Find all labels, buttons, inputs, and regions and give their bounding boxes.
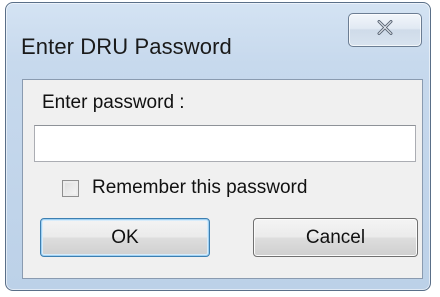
- password-prompt-label: Enter password :: [42, 92, 185, 113]
- remember-password-label: Remember this password: [92, 177, 308, 198]
- cancel-button[interactable]: Cancel: [253, 218, 418, 257]
- dialog-body: Enter password : Remember this password …: [22, 79, 423, 279]
- ok-button[interactable]: OK: [40, 218, 210, 257]
- window-title: Enter DRU Password: [21, 34, 232, 59]
- close-icon: [377, 20, 393, 40]
- close-button[interactable]: [348, 13, 422, 47]
- password-input[interactable]: [34, 125, 416, 162]
- remember-password-checkbox[interactable]: [62, 179, 79, 197]
- remember-password-option[interactable]: Remember this password: [62, 177, 307, 199]
